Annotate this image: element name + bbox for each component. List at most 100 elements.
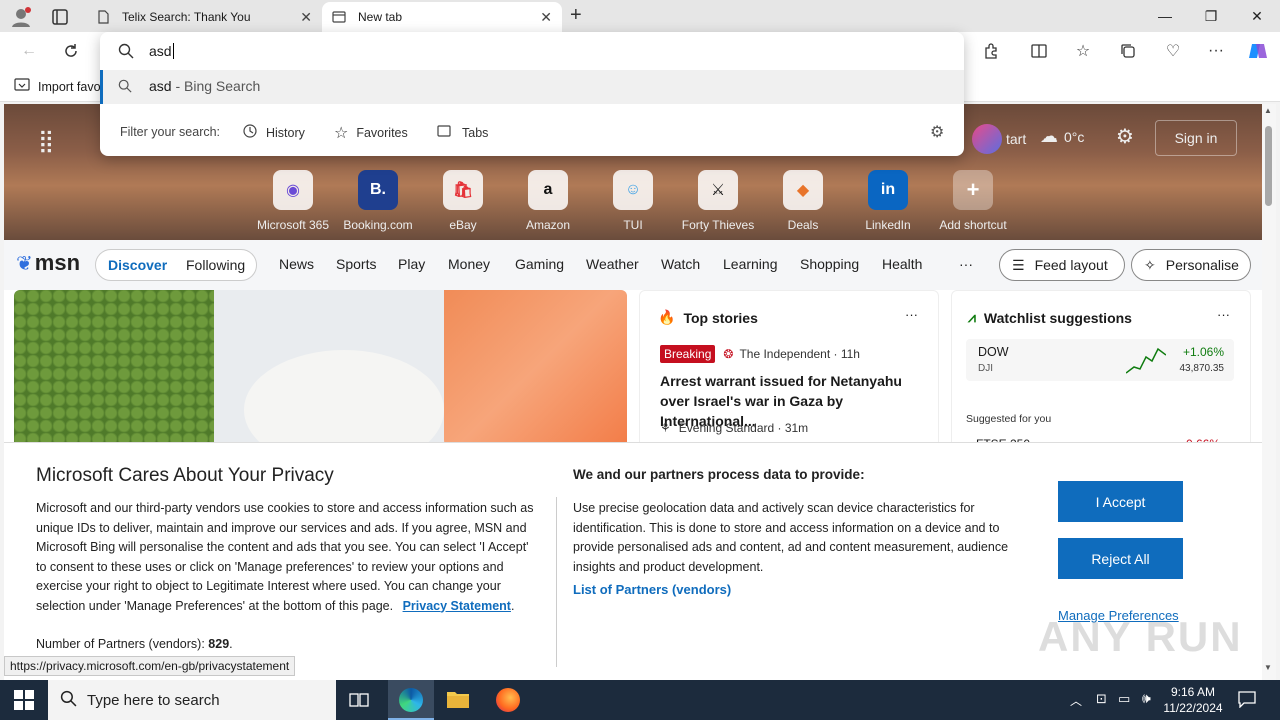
- gear-icon[interactable]: ⚙: [1116, 124, 1134, 149]
- chevron-up-icon[interactable]: ︿: [1070, 692, 1082, 709]
- sign-in-button[interactable]: Sign in: [1155, 120, 1237, 156]
- shortcut-ebay[interactable]: 🛍 eBay: [423, 170, 503, 232]
- windows-start-icon[interactable]: [14, 690, 34, 713]
- watchlist-title: Watchlist suggestions: [983, 309, 1132, 326]
- shortcut-microsoft-365[interactable]: ◉ Microsoft 365: [253, 170, 333, 232]
- nav-learning[interactable]: Learning: [723, 256, 778, 272]
- close-window-button[interactable]: ✕: [1234, 0, 1280, 32]
- network-device-icon[interactable]: ⊡: [1096, 691, 1107, 707]
- nav-more-button[interactable]: ···: [959, 256, 973, 272]
- shortcut-label: Booking.com: [343, 218, 413, 232]
- privacy-right-body: Use precise geolocation data and activel…: [573, 501, 1009, 574]
- tab-new-tab[interactable]: New tab ✕: [322, 2, 562, 32]
- shortcut-tui[interactable]: ☺ TUI: [593, 170, 673, 232]
- reject-all-button[interactable]: Reject All: [1058, 538, 1183, 579]
- sliders-icon: ☰: [1012, 256, 1025, 273]
- msn-nav: ❦ msn Discover Following News Sports Pla…: [4, 240, 1262, 290]
- task-view-icon[interactable]: [348, 690, 370, 713]
- shortcut-booking[interactable]: B. Booking.com: [338, 170, 418, 232]
- apps-grid-icon[interactable]: ⣿: [38, 128, 54, 154]
- file-explorer-icon[interactable]: [446, 688, 470, 713]
- filter-favorites-button[interactable]: ☆ Favorites: [334, 123, 408, 143]
- close-tab-icon[interactable]: ✕: [540, 9, 552, 26]
- filter-tabs-button[interactable]: Tabs: [436, 123, 488, 142]
- vendors-list-link[interactable]: List of Partners (vendors): [573, 582, 731, 597]
- personalise-button[interactable]: ✧ Personalise: [1131, 249, 1251, 281]
- msn-logo[interactable]: ❦ msn: [16, 250, 80, 276]
- nav-gaming[interactable]: Gaming: [515, 256, 564, 272]
- refresh-button[interactable]: [56, 36, 86, 66]
- notifications-icon[interactable]: [1238, 690, 1256, 711]
- minimize-button[interactable]: —: [1142, 0, 1188, 32]
- shortcut-forty-thieves[interactable]: ⚔ Forty Thieves: [678, 170, 758, 232]
- filter-history-label: History: [266, 125, 305, 140]
- status-url-tooltip: https://privacy.microsoft.com/en-gb/priv…: [4, 656, 296, 676]
- nav-following[interactable]: Following: [186, 257, 245, 273]
- top-stories-more-button[interactable]: ···: [905, 307, 918, 322]
- plus-icon: +: [953, 170, 993, 210]
- scroll-up-icon[interactable]: ▲: [1264, 106, 1272, 115]
- extensions-icon[interactable]: [976, 36, 1006, 66]
- feed-layout-button[interactable]: ☰ Feed layout: [999, 249, 1125, 281]
- nav-health[interactable]: Health: [882, 256, 922, 272]
- gear-icon[interactable]: ⚙: [930, 122, 944, 142]
- ticker-sub: DJI: [978, 363, 993, 374]
- privacy-statement-link[interactable]: Privacy Statement: [403, 599, 511, 613]
- maximize-button[interactable]: ❐: [1188, 0, 1234, 32]
- nav-discover[interactable]: Discover: [108, 257, 167, 273]
- split-screen-icon[interactable]: [1024, 36, 1054, 66]
- import-favorites-button[interactable]: Import favo: [14, 78, 101, 95]
- nav-play[interactable]: Play: [398, 256, 425, 272]
- shortcut-add[interactable]: + Add shortcut: [933, 170, 1013, 232]
- watermark-logo: ANY RUN: [1038, 613, 1243, 660]
- suggestion-bing-search[interactable]: asd - Bing Search: [100, 70, 964, 104]
- nav-news[interactable]: News: [279, 256, 314, 272]
- address-bar[interactable]: asd: [100, 32, 964, 70]
- page-scrollbar[interactable]: ▲ ▼: [1262, 104, 1276, 680]
- copilot-icon[interactable]: [1243, 36, 1273, 66]
- network-icon[interactable]: ▭: [1118, 691, 1130, 707]
- close-tab-icon[interactable]: ✕: [300, 9, 312, 26]
- filter-history-button[interactable]: History: [242, 123, 305, 142]
- watchlist-row[interactable]: DOW DJI +1.06% 43,870.35: [966, 339, 1234, 381]
- clock[interactable]: 9:16 AM 11/22/2024: [1162, 684, 1224, 716]
- trend-icon: ⩘: [968, 309, 976, 325]
- new-tab-button[interactable]: +: [570, 4, 590, 28]
- back-button[interactable]: ←: [14, 36, 44, 66]
- nav-shopping[interactable]: Shopping: [800, 256, 859, 272]
- scroll-thumb[interactable]: [1265, 126, 1272, 206]
- tab-strip: Telix Search: Thank You ✕ New tab ✕ + — …: [0, 0, 1280, 32]
- clock-date: 11/22/2024: [1163, 701, 1223, 715]
- address-input[interactable]: asd: [149, 43, 174, 59]
- collections-icon[interactable]: [1113, 36, 1143, 66]
- browser-essentials-icon[interactable]: ♡: [1158, 36, 1188, 66]
- shortcut-amazon[interactable]: a Amazon: [508, 170, 588, 232]
- shortcut-label: Forty Thieves: [681, 218, 755, 232]
- scroll-down-icon[interactable]: ▼: [1264, 663, 1272, 672]
- weather-widget[interactable]: ☁ 0°c: [1040, 126, 1084, 147]
- nav-weather[interactable]: Weather: [586, 256, 639, 272]
- partners-count: 829: [208, 637, 230, 651]
- watchlist-more-button[interactable]: ···: [1217, 307, 1230, 322]
- tab-actions-icon[interactable]: [50, 7, 70, 27]
- nav-money[interactable]: Money: [448, 256, 490, 272]
- edge-taskbar-button[interactable]: [388, 680, 434, 720]
- start-button[interactable]: tart: [972, 124, 1026, 154]
- profile-icon[interactable]: [10, 6, 32, 28]
- settings-more-icon[interactable]: ···: [1201, 36, 1231, 66]
- filter-tabs-label: Tabs: [462, 125, 489, 140]
- taskbar-search[interactable]: Type here to search: [48, 680, 336, 720]
- accept-button[interactable]: I Accept: [1058, 481, 1183, 522]
- shortcut-linkedin[interactable]: in LinkedIn: [848, 170, 928, 232]
- nav-watch[interactable]: Watch: [661, 256, 700, 272]
- hero-article-image[interactable]: [14, 290, 627, 450]
- tab-telix[interactable]: Telix Search: Thank You ✕: [86, 2, 322, 32]
- tab-title: Telix Search: Thank You: [122, 10, 251, 24]
- shortcut-deals[interactable]: ◆ Deals: [763, 170, 843, 232]
- feed-layout-label: Feed layout: [1034, 257, 1108, 273]
- nav-sports[interactable]: Sports: [336, 256, 376, 272]
- volume-icon[interactable]: 🕪: [1142, 690, 1151, 707]
- favorites-star-icon[interactable]: ☆: [1068, 36, 1098, 66]
- firefox-icon[interactable]: [496, 688, 520, 712]
- filter-favorites-label: Favorites: [356, 126, 408, 140]
